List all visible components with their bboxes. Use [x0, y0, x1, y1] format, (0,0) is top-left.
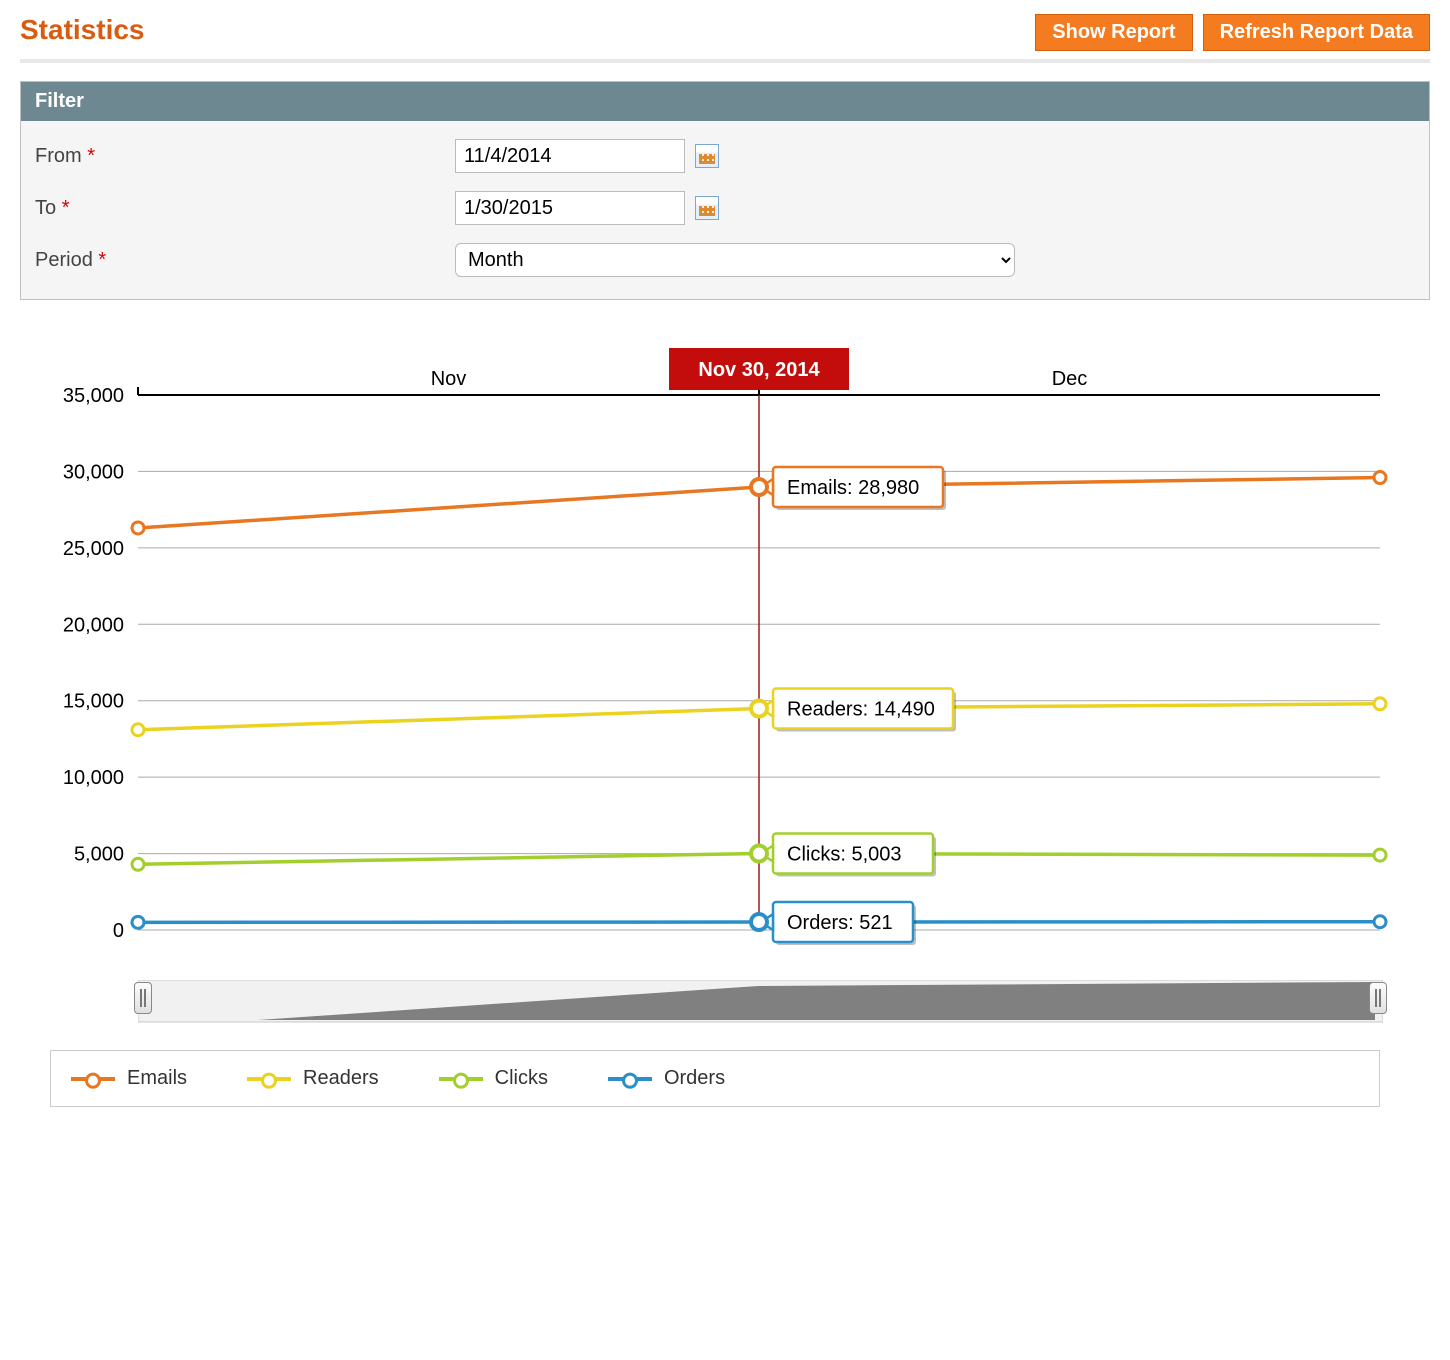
svg-text:15,000: 15,000 — [63, 691, 124, 713]
svg-text:30,000: 30,000 — [63, 461, 124, 483]
to-label-text: To — [35, 197, 56, 219]
chart-legend: Emails Readers Clicks Orders — [50, 1050, 1380, 1107]
svg-text:Nov 30, 2014: Nov 30, 2014 — [698, 359, 820, 381]
show-report-button[interactable]: Show Report — [1035, 14, 1192, 51]
svg-text:5,000: 5,000 — [74, 844, 124, 866]
svg-text:0: 0 — [113, 920, 124, 942]
page-title: Statistics — [20, 14, 145, 46]
range-handle-right[interactable] — [1369, 982, 1387, 1014]
svg-text:25,000: 25,000 — [63, 538, 124, 560]
legend-swatch-icon — [439, 1077, 483, 1081]
filter-row-period: Period * Month — [35, 243, 1415, 277]
legend-label: Emails — [127, 1067, 187, 1090]
filter-row-from: From * — [35, 139, 1415, 173]
filter-panel: Filter From * To * Period * Month — [20, 81, 1430, 300]
svg-text:10,000: 10,000 — [63, 767, 124, 789]
period-select[interactable]: Month — [455, 243, 1015, 277]
legend-item-clicks[interactable]: Clicks — [439, 1067, 548, 1090]
legend-swatch-icon — [247, 1077, 291, 1081]
required-marker: * — [62, 197, 70, 219]
from-label-text: From — [35, 145, 82, 167]
legend-item-orders[interactable]: Orders — [608, 1067, 725, 1090]
legend-label: Orders — [664, 1067, 725, 1090]
svg-text:Nov: Nov — [431, 368, 467, 390]
to-date-input[interactable] — [455, 191, 685, 225]
legend-item-emails[interactable]: Emails — [71, 1067, 187, 1090]
chart: 0 5,000 10,000 15,000 20,000 25,000 30,000 35,0… — [20, 340, 1400, 960]
legend-item-readers[interactable]: Readers — [247, 1067, 379, 1090]
page-header: Statistics Show Report Refresh Report Da… — [20, 10, 1430, 63]
filter-body: From * To * Period * Month — [21, 121, 1429, 299]
svg-text:Readers: 14,490: Readers: 14,490 — [787, 699, 935, 721]
filter-panel-title: Filter — [21, 82, 1429, 121]
chart-range-scroller[interactable] — [138, 980, 1383, 1028]
required-marker: * — [98, 249, 106, 271]
svg-text:Clicks: 5,003: Clicks: 5,003 — [787, 844, 902, 866]
calendar-icon[interactable] — [695, 196, 719, 220]
svg-text:Dec: Dec — [1052, 368, 1088, 390]
to-label: To * — [35, 197, 455, 220]
svg-text:20,000: 20,000 — [63, 614, 124, 636]
legend-label: Clicks — [495, 1067, 548, 1090]
required-marker: * — [87, 145, 95, 167]
refresh-report-button[interactable]: Refresh Report Data — [1203, 14, 1430, 51]
from-label: From * — [35, 145, 455, 168]
svg-text:Orders: 521: Orders: 521 — [787, 912, 893, 934]
legend-swatch-icon — [71, 1077, 115, 1081]
period-label: Period * — [35, 249, 455, 272]
calendar-icon[interactable] — [695, 144, 719, 168]
legend-label: Readers — [303, 1067, 379, 1090]
range-handle-left[interactable] — [134, 982, 152, 1014]
scroll-overview — [138, 980, 1383, 1028]
header-buttons: Show Report Refresh Report Data — [1035, 14, 1430, 51]
svg-text:Emails: 28,980: Emails: 28,980 — [787, 477, 919, 499]
chart-svg: 0 5,000 10,000 15,000 20,000 25,000 30,000 35,0… — [20, 340, 1400, 960]
svg-text:35,000: 35,000 — [63, 385, 124, 407]
period-label-text: Period — [35, 249, 93, 271]
filter-row-to: To * — [35, 191, 1415, 225]
from-date-input[interactable] — [455, 139, 685, 173]
legend-swatch-icon — [608, 1077, 652, 1081]
